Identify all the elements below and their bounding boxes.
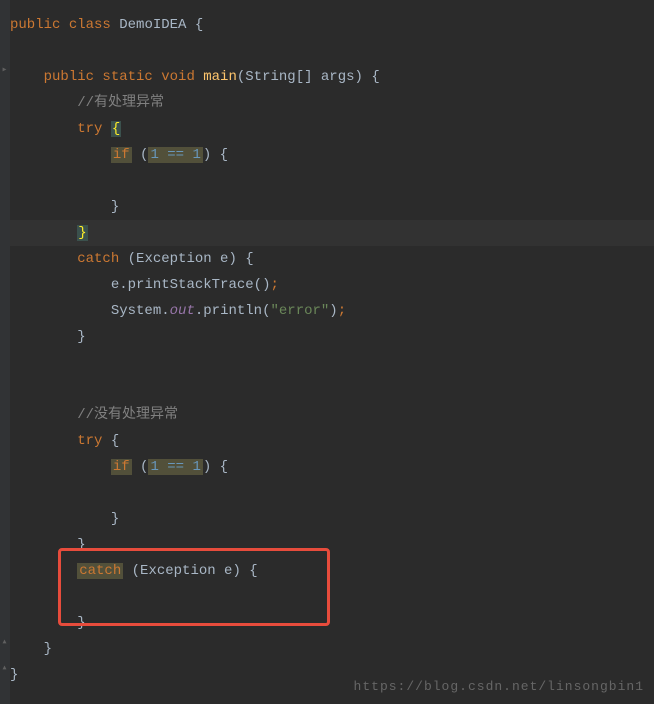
code-line[interactable]: }: [10, 506, 654, 532]
code-line[interactable]: }: [10, 532, 654, 558]
code-line[interactable]: e.printStackTrace();: [10, 272, 654, 298]
code-line[interactable]: [10, 168, 654, 194]
code-editor[interactable]: public class DemoIDEA { public static vo…: [0, 0, 654, 688]
code-line[interactable]: catch (Exception e) {: [10, 246, 654, 272]
code-line[interactable]: }: [10, 194, 654, 220]
code-line[interactable]: public static void main(String[] args) {: [10, 64, 654, 90]
code-line[interactable]: }: [10, 636, 654, 662]
code-line[interactable]: }: [10, 610, 654, 636]
code-line[interactable]: try {: [10, 116, 654, 142]
code-line[interactable]: //没有处理异常: [10, 402, 654, 428]
code-line[interactable]: [10, 350, 654, 376]
code-line[interactable]: [10, 38, 654, 64]
code-line[interactable]: System.out.println("error");: [10, 298, 654, 324]
code-line[interactable]: [10, 376, 654, 402]
code-line[interactable]: public class DemoIDEA {: [10, 12, 654, 38]
code-line[interactable]: }: [10, 324, 654, 350]
fold-icon[interactable]: ▴: [0, 636, 9, 648]
watermark: https://blog.csdn.net/linsongbin1: [354, 679, 644, 694]
code-line[interactable]: [10, 584, 654, 610]
code-line[interactable]: if (1 == 1) {: [10, 454, 654, 480]
code-line[interactable]: //有处理异常: [10, 90, 654, 116]
editor-gutter: [0, 0, 10, 704]
code-line[interactable]: try {: [10, 428, 654, 454]
code-line[interactable]: catch (Exception e) {: [10, 558, 654, 584]
code-line[interactable]: if (1 == 1) {: [10, 142, 654, 168]
code-line[interactable]: }: [10, 220, 654, 246]
fold-icon[interactable]: ▸: [0, 64, 9, 76]
code-line[interactable]: [10, 480, 654, 506]
fold-icon[interactable]: ▴: [0, 662, 9, 674]
